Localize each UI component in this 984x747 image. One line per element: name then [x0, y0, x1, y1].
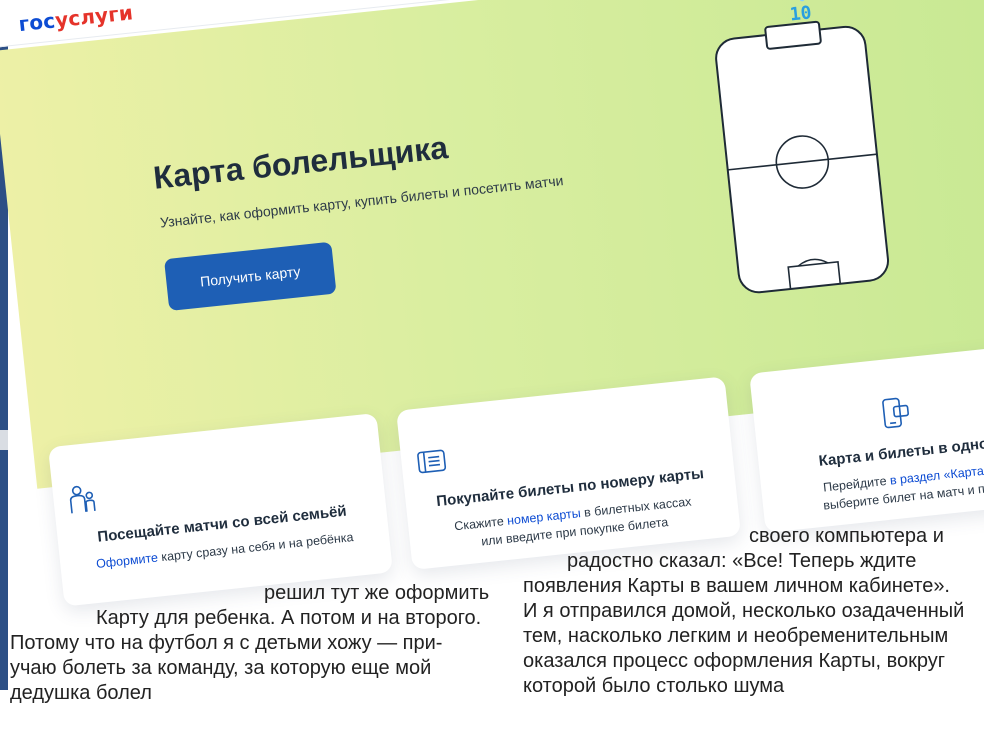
card-list-icon — [417, 449, 447, 474]
get-card-button[interactable]: Получить карту — [164, 241, 337, 311]
phone-card-icon — [882, 397, 909, 429]
article-right-line-1: своего компьютера и — [749, 525, 944, 547]
logo-part-1: гос — [17, 8, 57, 37]
article-left-line-1: решил тут же оформить — [264, 582, 490, 604]
article-left-line-2: Карту для ребенка. А потом и на второго. — [96, 607, 482, 629]
fan-card-illustration: 0 1 10 00 01 — [715, 0, 890, 294]
article-left-line-4: учаю болеть за команду, за которую еще м… — [10, 657, 432, 679]
page-title: Карта болельщика — [151, 129, 450, 196]
article-right-line-2: радостно сказал: «Все! Теперь ждите — [567, 550, 917, 572]
article-right-line-3: появления Карты в вашем личном кабинете»… — [523, 575, 950, 597]
article-right-line-6: оказался процесс оформления Карты, вокру… — [523, 650, 946, 672]
feature-text-prefix: Перейдите — [822, 473, 891, 495]
feature-card-family: Посещайте матчи со всей семьёй Оформите … — [48, 412, 393, 607]
article-right-line-7: которой было столько шума — [523, 675, 785, 697]
feature-card-tickets: Покупайте билеты по номеру карты Скажите… — [396, 376, 742, 570]
article-left-line-3: Потому что на футбол я с детьми хожу — п… — [10, 632, 443, 654]
family-icon — [69, 485, 96, 514]
feature-text-rest: в билетных кассах — [579, 494, 693, 521]
article-right-line-4: И я отправился домой, несколько озадачен… — [523, 600, 965, 622]
article-right-line-5: тем, насколько легким и необременительны… — [523, 625, 949, 647]
article-left-line-5: дедушка болел — [10, 682, 152, 704]
apply-link[interactable]: Оформите — [95, 551, 158, 571]
feature-text-prefix: Скажите — [453, 513, 508, 534]
